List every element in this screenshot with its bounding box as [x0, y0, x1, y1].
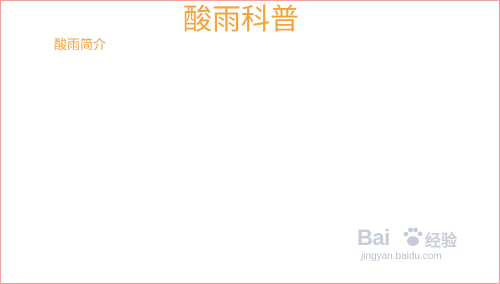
watermark-logo-cn: 经验 [425, 231, 458, 250]
watermark-logo-text: Bai [357, 225, 390, 250]
slide-canvas: 酸雨科普 酸雨简介 Bai 经验 jingyan.baidu.com [0, 0, 500, 284]
paw-icon [403, 227, 423, 246]
slide-subtitle: 酸雨简介 [54, 38, 107, 53]
slide-title: 酸雨科普 [182, 2, 299, 36]
watermark-url: jingyan.baidu.com [361, 251, 442, 262]
baidu-jingyan-watermark: Bai 经验 jingyan.baidu.com [357, 225, 469, 269]
